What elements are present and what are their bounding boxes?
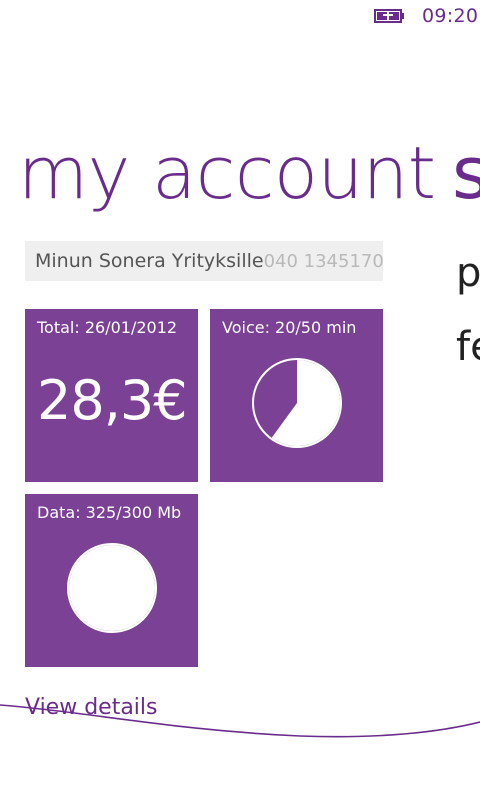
voice-tile[interactable]: Voice: 20/50 min <box>210 309 383 482</box>
account-number: 040 1345170 <box>263 250 384 272</box>
data-tile[interactable]: Data: 325/300 Mb <box>25 494 198 667</box>
next-pivot-peek-item[interactable]: p <box>456 250 480 296</box>
data-usage-pie <box>67 543 157 633</box>
battery-charging-icon <box>374 9 404 23</box>
status-time: 09:20 <box>422 5 479 27</box>
total-amount: 28,3€ <box>37 369 188 432</box>
voice-label: Voice: 20/50 min <box>222 318 357 337</box>
account-name: Minun Sonera Yrityksille <box>35 250 264 272</box>
voice-usage-pie <box>252 358 342 448</box>
view-details-link[interactable]: View details <box>25 695 158 720</box>
next-pivot-title[interactable]: s <box>452 128 480 218</box>
next-pivot-peek-item[interactable]: fe <box>456 324 480 370</box>
total-label: Total: 26/01/2012 <box>37 318 178 337</box>
page-title: my account <box>18 131 436 215</box>
total-tile[interactable]: Total: 26/01/2012 28,3€ <box>25 309 198 482</box>
data-pie-used <box>69 545 155 631</box>
status-bar: 09:20 <box>0 0 480 32</box>
data-label: Data: 325/300 Mb <box>37 503 182 522</box>
account-selector[interactable]: Minun Sonera Yrityksille 040 1345170 <box>25 241 384 281</box>
my-account-screen: 09:20 my account s p fe Minun Sonera Yri… <box>0 0 480 800</box>
